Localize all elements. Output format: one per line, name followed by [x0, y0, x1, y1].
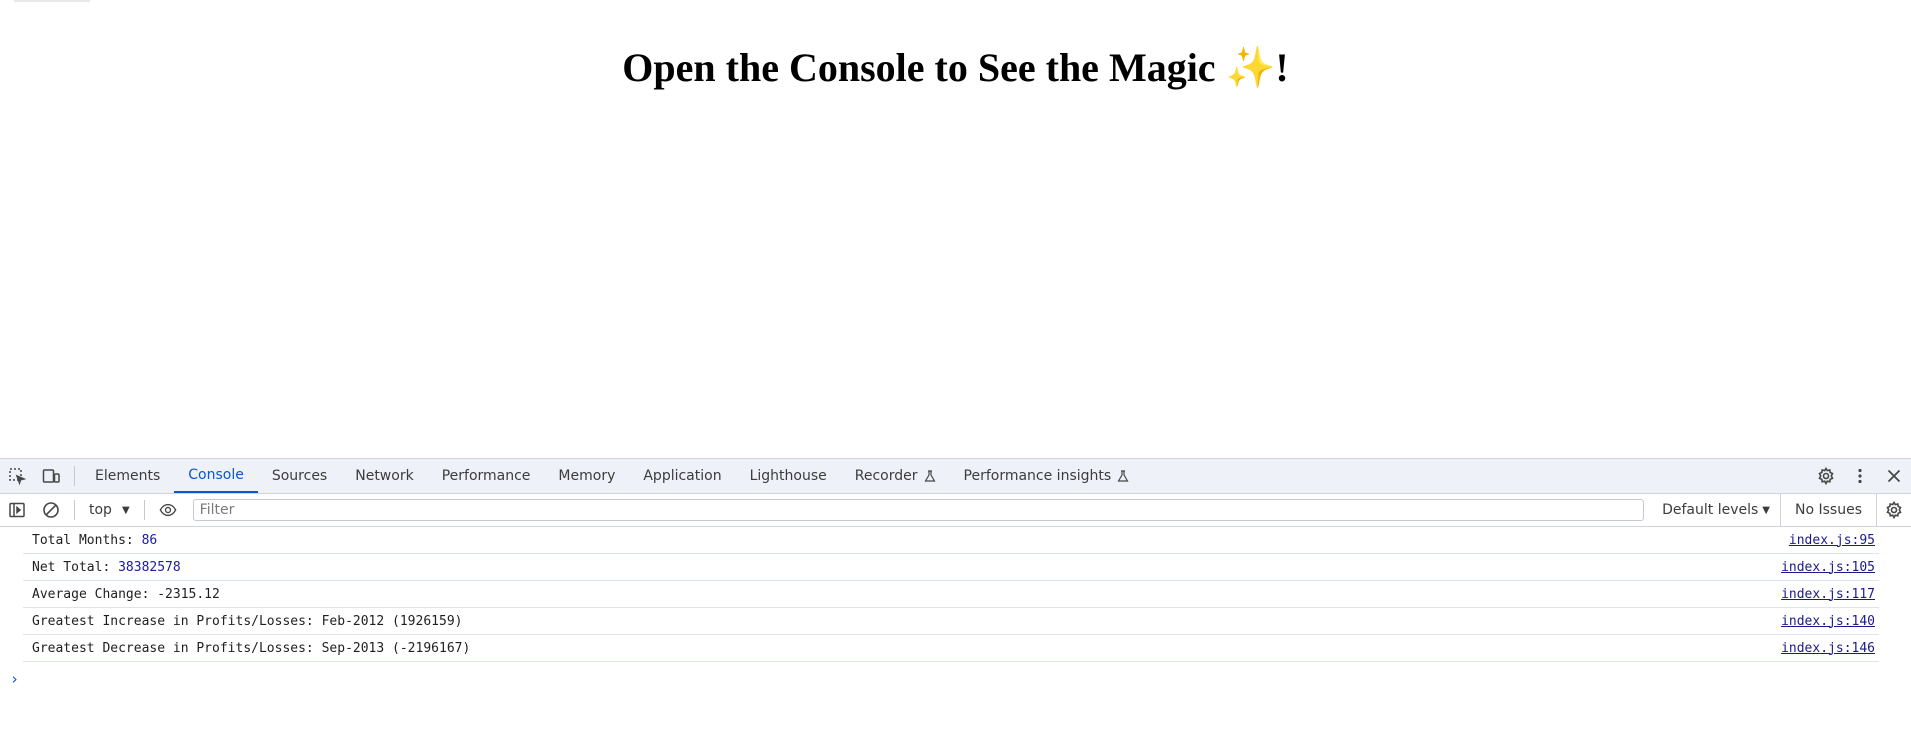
tab-memory[interactable]: Memory: [544, 459, 629, 493]
source-link[interactable]: index.js:146: [1781, 641, 1875, 656]
tab-label: Recorder: [854, 468, 918, 484]
console-prompt[interactable]: ›: [10, 670, 1911, 688]
console-message-label: Greatest Increase in Profits/Losses: Feb…: [32, 613, 463, 629]
console-message-text: Net Total: 38382578: [32, 560, 1781, 575]
tab-label: Application: [643, 468, 722, 484]
device-toolbar-icon[interactable]: [34, 459, 68, 493]
console-message-label: Average Change: -2315.12: [32, 586, 220, 602]
divider: [74, 500, 75, 520]
filter-input[interactable]: [192, 499, 1645, 521]
tab-performance-insights[interactable]: Performance insights: [950, 459, 1144, 493]
tab-performance[interactable]: Performance: [428, 459, 545, 493]
console-message: Average Change: -2315.12 index.js:117: [23, 581, 1879, 608]
console-message-text: Greatest Increase in Profits/Losses: Feb…: [32, 614, 1781, 629]
inspect-element-icon[interactable]: [0, 459, 34, 493]
console-message: Net Total: 38382578 index.js:105: [23, 554, 1879, 581]
tab-label: Network: [355, 468, 414, 484]
page-heading: Open the Console to See the Magic ✨!: [622, 45, 1289, 90]
console-message-text: Total Months: 86: [32, 533, 1789, 548]
dropdown-arrow-icon: ▼: [121, 504, 130, 516]
tab-sources[interactable]: Sources: [258, 459, 341, 493]
more-options-icon[interactable]: [1843, 459, 1877, 493]
tab-label: Performance: [441, 468, 531, 484]
console-message-text: Average Change: -2315.12: [32, 587, 1781, 602]
experiment-flask-icon: [1117, 470, 1129, 482]
divider: [143, 500, 145, 520]
issues-label: No Issues: [1795, 502, 1862, 518]
web-page: Open the Console to See the Magic ✨!: [0, 0, 1911, 458]
settings-gear-icon[interactable]: [1809, 459, 1843, 493]
experiment-flask-icon: [923, 470, 936, 482]
tab-application[interactable]: Application: [629, 459, 735, 493]
source-link[interactable]: index.js:117: [1781, 587, 1875, 602]
clear-console-icon[interactable]: [34, 493, 68, 527]
console-toolbar: top ▼ Default levels ▼ No Issues: [0, 493, 1911, 527]
close-icon[interactable]: [1877, 459, 1911, 493]
live-expression-eye-icon[interactable]: [151, 493, 185, 527]
divider: [74, 466, 75, 486]
devtools-tabbar: Elements Console Sources Network Performance…: [0, 459, 1911, 494]
tab-console[interactable]: Console: [174, 459, 258, 493]
console-message-value: 86: [141, 532, 158, 548]
tab-label: Memory: [558, 468, 616, 484]
source-link[interactable]: index.js:95: [1789, 533, 1875, 548]
tab-label: Sources: [271, 468, 328, 484]
tab-recorder[interactable]: Recorder: [841, 459, 950, 493]
source-link[interactable]: index.js:105: [1781, 560, 1875, 575]
console-message-value: 38382578: [118, 559, 181, 575]
devtools-tabs: Elements Console Sources Network Performance…: [81, 459, 1143, 493]
console-message-label: Total Months:: [32, 532, 142, 548]
console-message-label: Net Total:: [32, 559, 119, 575]
console-message-label: Greatest Decrease in Profits/Losses: Sep…: [32, 640, 471, 656]
console-message: Greatest Decrease in Profits/Losses: Sep…: [23, 635, 1879, 662]
sidebar-toggle-icon[interactable]: [0, 493, 34, 527]
tab-label: Elements: [95, 468, 161, 484]
tab-lighthouse[interactable]: Lighthouse: [736, 459, 841, 493]
context-label: top: [89, 502, 112, 518]
console-output: Total Months: 86 index.js:95 Net Total: 38…: [0, 527, 1911, 662]
context-selector[interactable]: top ▼: [81, 494, 138, 526]
tab-network[interactable]: Network: [341, 459, 427, 493]
issues-counter[interactable]: No Issues: [1780, 494, 1876, 526]
tab-label: Lighthouse: [749, 468, 827, 484]
console-message: Greatest Increase in Profits/Losses: Feb…: [23, 608, 1879, 635]
log-levels-dropdown[interactable]: Default levels ▼: [1652, 494, 1780, 526]
source-link[interactable]: index.js:140: [1781, 614, 1875, 629]
top-strip: [14, 0, 90, 2]
tab-label: Console: [188, 467, 244, 483]
console-message-text: Greatest Decrease in Profits/Losses: Sep…: [32, 641, 1781, 656]
tab-elements[interactable]: Elements: [81, 459, 174, 493]
log-levels-label: Default levels: [1662, 502, 1759, 518]
console-settings-gear-icon[interactable]: [1876, 493, 1911, 527]
tab-label: Performance insights: [963, 468, 1112, 484]
tabbar-actions: [1809, 459, 1911, 493]
dropdown-arrow-icon: ▼: [1762, 504, 1770, 516]
console-message: Total Months: 86 index.js:95: [23, 527, 1879, 554]
devtools-panel: Elements Console Sources Network Performance…: [0, 458, 1911, 744]
